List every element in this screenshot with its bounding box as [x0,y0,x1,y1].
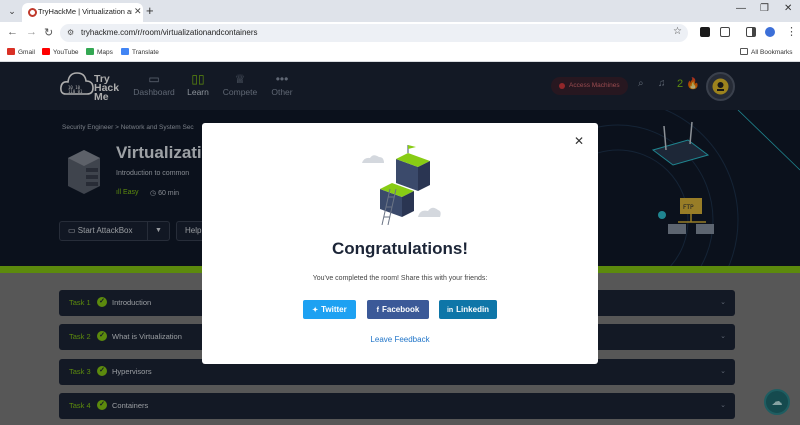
share-twitter-button[interactable]: ✦ Twitter [303,300,356,319]
share-facebook-button[interactable]: f Facebook [367,300,429,319]
gmail-icon [7,48,15,55]
restore-icon[interactable]: ❐ [760,3,769,14]
address-bar[interactable]: ⚙ tryhackme.com/r/room/virtualizationand… [60,24,688,42]
browser-tabbar: ⌄ TryHackMe | Virtualization and ✕ + — ❐… [0,0,800,22]
forward-icon[interactable]: → [26,26,37,38]
bookmark-star-icon[interactable]: ☆ [673,26,682,37]
folder-icon [740,48,748,55]
minimize-icon[interactable]: — [736,3,746,14]
tab-close-icon[interactable]: ✕ [134,6,142,17]
congratulations-modal: ✕ Congratulations! You've completed the … [202,123,598,364]
browser-tab[interactable]: TryHackMe | Virtualization and ✕ [22,3,143,22]
tab-title: TryHackMe | Virtualization and [38,7,132,16]
maps-icon [86,48,94,55]
close-window-icon[interactable]: ✕ [784,3,792,14]
browser-menu-icon[interactable]: ⋮ [786,25,797,38]
linkedin-icon: in [446,307,454,314]
profile-icon[interactable] [765,27,775,37]
reload-icon[interactable]: ↻ [44,26,53,39]
youtube-icon [42,48,50,55]
share-linkedin-button[interactable]: in Linkedin [439,300,497,319]
extensions-puzzle-icon[interactable] [720,27,730,37]
tryhackme-favicon-icon [28,8,37,17]
bookmarks-bar: Gmail YouTube Maps Translate All Bookmar… [0,44,800,62]
site-info-icon[interactable]: ⚙ [67,28,74,37]
facebook-icon: f [376,307,379,314]
leave-feedback-link[interactable]: Leave Feedback [202,335,598,344]
url-text: tryhackme.com/r/room/virtualizationandco… [81,28,258,37]
new-tab-icon[interactable]: + [146,3,154,18]
bookmark-youtube[interactable]: YouTube [42,48,79,56]
completion-illustration [362,145,441,225]
extension-icon[interactable] [700,27,710,37]
back-icon[interactable]: ← [7,26,18,38]
bookmark-translate[interactable]: Translate [121,48,159,56]
twitter-icon: ✦ [312,307,319,314]
browser-toolbar: ← → ↻ ⚙ tryhackme.com/r/room/virtualizat… [0,22,800,44]
side-panel-icon[interactable] [746,27,756,37]
modal-message: You've completed the room! Share this wi… [312,275,488,282]
tab-search-icon[interactable]: ⌄ [6,5,18,17]
close-icon[interactable]: ✕ [572,134,586,148]
all-bookmarks[interactable]: All Bookmarks [740,48,793,56]
translate-icon [121,48,129,55]
bookmark-gmail[interactable]: Gmail [7,48,35,56]
bookmark-maps[interactable]: Maps [86,48,113,56]
modal-title: Congratulations! [332,239,468,258]
